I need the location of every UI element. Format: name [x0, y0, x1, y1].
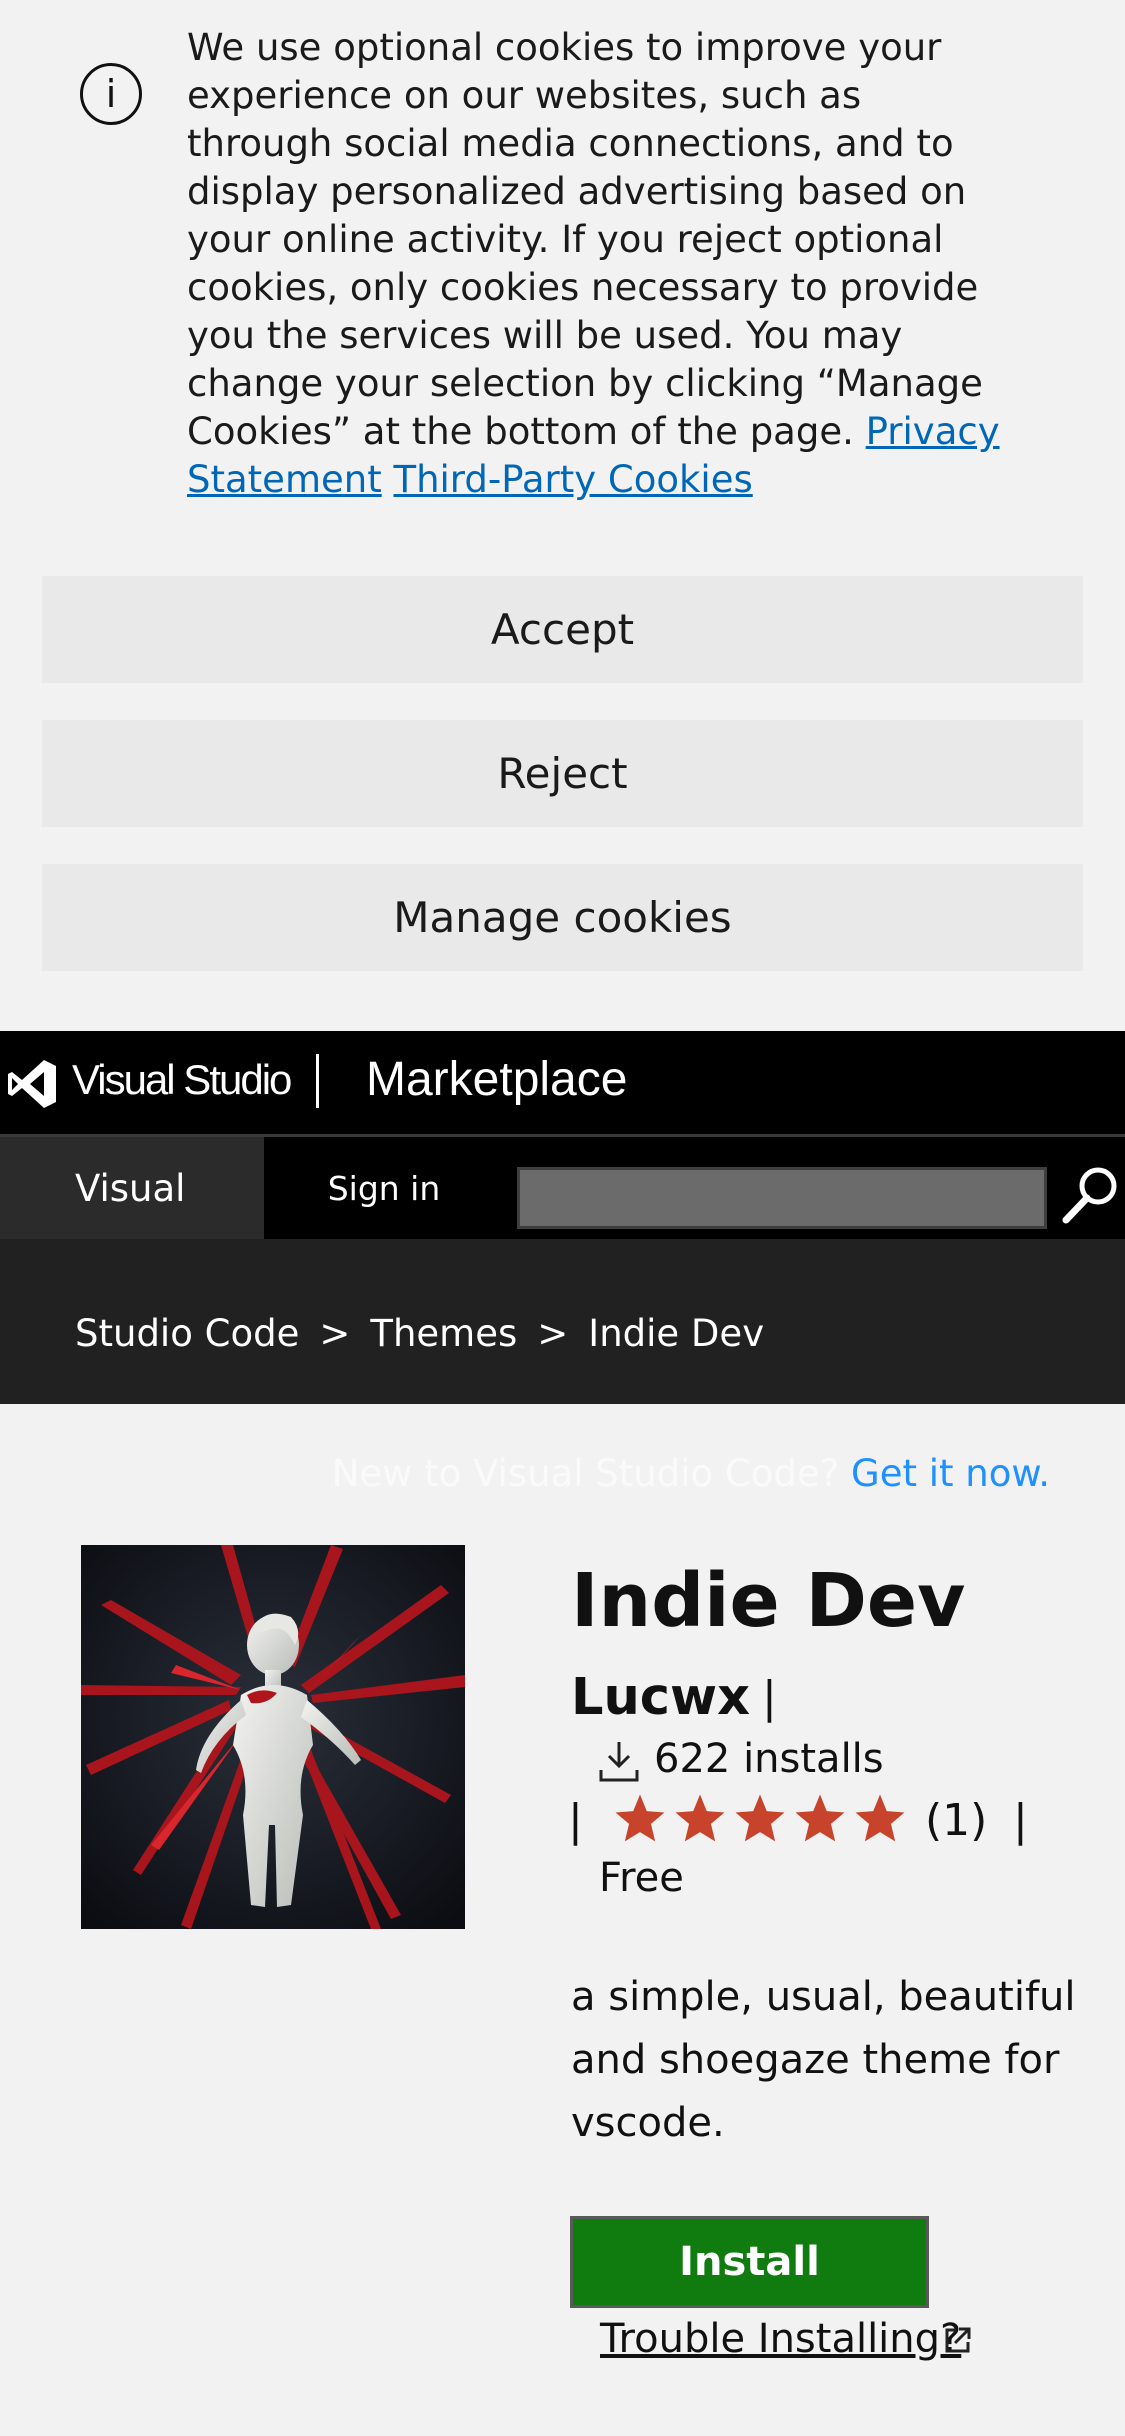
- accept-button[interactable]: Accept: [42, 576, 1083, 683]
- install-button[interactable]: Install: [570, 2216, 929, 2308]
- nav-visual-studio-code[interactable]: Visual: [0, 1137, 264, 1239]
- reject-button[interactable]: Reject: [42, 720, 1083, 827]
- breadcrumb-item-studio-code[interactable]: Studio Code: [75, 1312, 299, 1355]
- get-vscode-promo: New to Visual Studio Code? Get it now.: [332, 1452, 1050, 1495]
- star-icon: [855, 1794, 905, 1842]
- divider: |: [762, 1672, 777, 1723]
- cookie-banner: i We use optional cookies to improve you…: [0, 0, 1125, 1030]
- divider: |: [1013, 1795, 1028, 1846]
- star-icon: [795, 1794, 845, 1842]
- divider: |: [568, 1795, 583, 1846]
- breadcrumb: Studio Code > Themes > Indie Dev: [75, 1312, 764, 1355]
- manage-cookies-button[interactable]: Manage cookies: [42, 864, 1083, 971]
- cookie-text: We use optional cookies to improve your …: [187, 24, 1017, 504]
- info-icon: i: [80, 63, 142, 125]
- breadcrumb-item-themes[interactable]: Themes: [370, 1312, 517, 1355]
- star-icon: [615, 1794, 665, 1842]
- breadcrumb-separator: >: [319, 1312, 351, 1355]
- install-count: 622 installs: [654, 1736, 884, 1782]
- extension-description: a simple, usual, beautiful and shoegaze …: [571, 1974, 1076, 2146]
- brand-name[interactable]: Visual Studio: [72, 1056, 292, 1104]
- marketplace-title[interactable]: Marketplace: [366, 1052, 627, 1107]
- star-icon: [735, 1794, 785, 1842]
- extension-title: Indie Dev: [571, 1558, 966, 1644]
- extension-logo: [81, 1545, 465, 1929]
- price-label: Free: [599, 1855, 684, 1901]
- download-icon: [599, 1742, 639, 1782]
- search-input[interactable]: [517, 1167, 1047, 1229]
- trouble-installing-link[interactable]: Trouble Installing?: [600, 2316, 961, 2362]
- brand-divider: [316, 1054, 319, 1108]
- third-party-cookies-link[interactable]: Third-Party Cookies: [393, 458, 752, 501]
- star-icon: [675, 1794, 725, 1842]
- rating-stars[interactable]: [612, 1791, 908, 1847]
- promo-text: New to Visual Studio Code?: [331, 1452, 840, 1495]
- breadcrumb-separator: >: [537, 1312, 569, 1355]
- visual-studio-logo-icon[interactable]: [6, 1058, 58, 1110]
- get-it-now-link[interactable]: Get it now.: [851, 1452, 1050, 1495]
- sign-in-link[interactable]: Sign in: [264, 1137, 504, 1239]
- breadcrumb-item-current: Indie Dev: [588, 1312, 765, 1355]
- rating-count[interactable]: (1): [925, 1795, 987, 1846]
- external-link-icon[interactable]: [944, 2326, 972, 2354]
- cookie-message: We use optional cookies to improve your …: [187, 26, 983, 453]
- publisher-name[interactable]: Lucwx: [571, 1668, 750, 1727]
- search-icon[interactable]: [1060, 1162, 1124, 1226]
